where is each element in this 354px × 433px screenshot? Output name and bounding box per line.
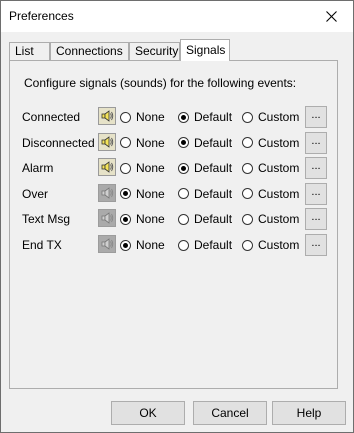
radio-default[interactable]: Default (178, 110, 232, 124)
radio-custom[interactable]: Custom (242, 161, 299, 175)
signal-row: Connected None Default Custom... (10, 105, 337, 129)
browse-button[interactable]: ... (305, 157, 327, 180)
signal-row: End TX None Default Custom... (10, 233, 337, 257)
browse-button[interactable]: ... (305, 234, 327, 256)
browse-button[interactable]: ... (305, 106, 327, 128)
radio-none[interactable]: None (120, 238, 165, 252)
panel-heading: Configure signals (sounds) for the follo… (24, 76, 297, 90)
radio-circle[interactable] (242, 137, 253, 149)
speaker-icon[interactable] (98, 107, 116, 125)
radio-none[interactable]: None (120, 136, 165, 150)
radio-label: Custom (258, 161, 300, 176)
signal-row: Over None Default Custom... (10, 182, 337, 206)
window-title: Preferences (9, 9, 74, 23)
radio-custom[interactable]: Custom (242, 212, 299, 226)
radio-label: None (136, 135, 165, 150)
close-button[interactable] (309, 1, 353, 32)
radio-label: Default (194, 110, 233, 124)
radio-circle[interactable] (242, 188, 253, 200)
signal-row: Alarm None Default Custom... (10, 156, 337, 180)
tab-signals[interactable]: Signals (180, 39, 230, 61)
radio-label: Custom (258, 186, 300, 201)
radio-circle[interactable] (120, 162, 131, 174)
radio-label: None (136, 212, 165, 227)
radio-label: Default (194, 186, 233, 201)
radio-label: Default (194, 212, 233, 227)
browse-button[interactable]: ... (305, 208, 327, 231)
browse-button[interactable]: ... (305, 182, 327, 205)
radio-circle[interactable] (242, 111, 253, 123)
cancel-button[interactable]: Cancel (193, 401, 267, 425)
radio-label: Custom (258, 212, 300, 227)
radio-circle[interactable] (178, 213, 189, 225)
signal-label: End TX (22, 238, 62, 252)
radio-label: None (136, 238, 165, 252)
radio-custom[interactable]: Custom (242, 238, 299, 252)
radio-circle[interactable] (120, 239, 131, 251)
radio-label: Custom (258, 135, 300, 150)
radio-label: None (136, 110, 165, 124)
speaker-icon[interactable] (98, 235, 116, 253)
radio-default[interactable]: Default (178, 161, 232, 175)
radio-circle[interactable] (178, 111, 189, 123)
close-icon (325, 11, 337, 22)
radio-label: Default (194, 238, 233, 252)
radio-circle[interactable] (242, 162, 253, 174)
signal-row: Text Msg None Default Custom... (10, 207, 337, 231)
signal-label: Alarm (22, 161, 54, 176)
ok-button[interactable]: OK (111, 401, 185, 425)
speaker-icon[interactable] (98, 158, 116, 177)
speaker-icon[interactable] (98, 209, 116, 228)
radio-none[interactable]: None (120, 187, 165, 201)
radio-circle[interactable] (178, 137, 189, 149)
radio-circle[interactable] (120, 137, 131, 149)
tab-list[interactable]: List (9, 42, 50, 60)
radio-label: Custom (258, 238, 300, 252)
help-button[interactable]: Help (272, 401, 346, 425)
radio-label: None (136, 186, 165, 201)
radio-circle[interactable] (178, 239, 189, 251)
signal-label: Connected (22, 110, 81, 124)
signal-label: Over (22, 186, 49, 201)
radio-none[interactable]: None (120, 212, 165, 226)
speaker-icon[interactable] (98, 132, 116, 151)
radio-custom[interactable]: Custom (242, 187, 299, 201)
radio-circle[interactable] (178, 162, 189, 174)
radio-custom[interactable]: Custom (242, 136, 299, 150)
radio-label: Custom (258, 110, 300, 124)
title-bar: Preferences (1, 1, 353, 32)
radio-custom[interactable]: Custom (242, 110, 299, 124)
radio-default[interactable]: Default (178, 212, 232, 226)
signals-panel: Configure signals (sounds) for the follo… (9, 60, 338, 389)
speaker-icon[interactable] (98, 183, 116, 202)
radio-circle[interactable] (120, 111, 131, 123)
radio-circle[interactable] (242, 239, 253, 251)
tab-security[interactable]: Security (129, 42, 180, 60)
radio-circle[interactable] (120, 213, 131, 225)
browse-button[interactable]: ... (305, 131, 327, 154)
signal-label: Text Msg (22, 212, 71, 227)
radio-circle[interactable] (242, 213, 253, 225)
radio-none[interactable]: None (120, 161, 165, 175)
radio-label: Default (194, 135, 233, 150)
radio-none[interactable]: None (120, 110, 165, 124)
radio-default[interactable]: Default (178, 136, 232, 150)
radio-label: Default (194, 161, 233, 176)
radio-label: None (136, 161, 165, 176)
radio-circle[interactable] (120, 188, 131, 200)
radio-default[interactable]: Default (178, 187, 232, 201)
radio-circle[interactable] (178, 188, 189, 200)
tab-connections[interactable]: Connections (50, 42, 129, 60)
radio-default[interactable]: Default (178, 238, 232, 252)
preferences-window: Preferences List Connections Security Si… (0, 0, 354, 433)
signal-row: Disconnected None Default Custom... (10, 131, 337, 155)
signal-label: Disconnected (22, 135, 95, 150)
